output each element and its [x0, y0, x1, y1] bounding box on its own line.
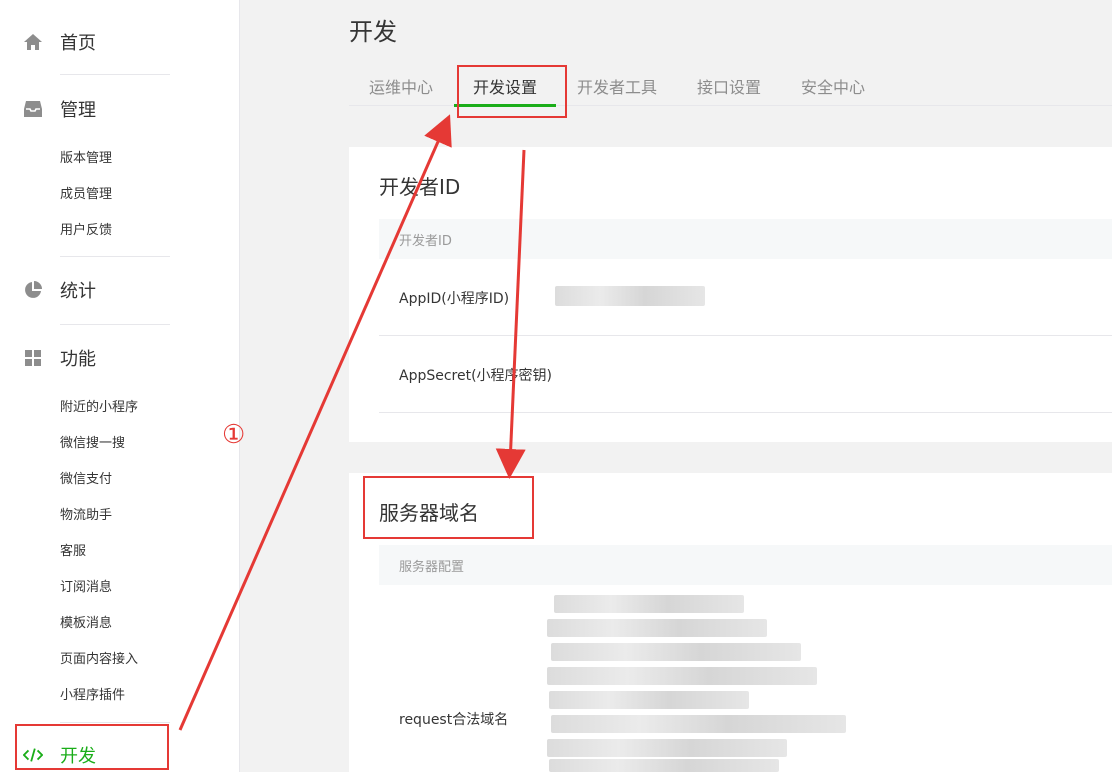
sidebar-subitem-subscribe[interactable]: 订阅消息 [60, 578, 112, 598]
inbox-icon [23, 99, 43, 119]
tab-ops-center[interactable]: 运维中心 [369, 74, 433, 106]
divider [60, 722, 170, 723]
sidebar-item-stats[interactable]: 统计 [0, 268, 240, 312]
domain-value-redacted [551, 643, 801, 661]
sidebar-subitem-members[interactable]: 成员管理 [60, 185, 112, 205]
grid-icon [23, 348, 43, 368]
domain-value-redacted [551, 715, 846, 733]
domain-value-redacted [547, 667, 817, 685]
domain-value-redacted [547, 739, 787, 757]
appid-label: AppID(小程序ID) [399, 291, 510, 307]
domain-value-redacted [549, 759, 779, 772]
sidebar-item-label: 统计 [60, 281, 96, 302]
main-content: 开发 运维中心 开发设置 开发者工具 接口设置 安全中心 开发者ID 开发者ID… [241, 0, 1112, 772]
appsecret-row: AppSecret(小程序密钥) [379, 336, 1112, 413]
appsecret-label: AppSecret(小程序密钥) [399, 368, 553, 384]
highlight-box-develop [15, 724, 169, 770]
sidebar-subitem-version[interactable]: 版本管理 [60, 149, 112, 169]
domain-value-redacted [554, 595, 744, 613]
divider [60, 256, 170, 257]
sidebar-subitem-template[interactable]: 模板消息 [60, 614, 112, 634]
developer-id-title: 开发者ID [379, 175, 461, 199]
server-config-subheader: 服务器配置 [379, 545, 1112, 585]
sidebar-subitem-search[interactable]: 微信搜一搜 [60, 434, 125, 454]
appid-value-redacted [555, 286, 705, 306]
sidebar-item-features[interactable]: 功能 [0, 336, 240, 380]
request-domain-row: request合法域名 [379, 585, 1112, 772]
sidebar-item-label: 管理 [60, 100, 96, 121]
tab-api-settings[interactable]: 接口设置 [697, 74, 761, 106]
sidebar-subitem-nearby[interactable]: 附近的小程序 [60, 398, 138, 418]
sidebar-item-label: 首页 [60, 33, 96, 54]
sidebar-subitem-plugin[interactable]: 小程序插件 [60, 686, 125, 706]
sidebar-item-label: 功能 [60, 349, 96, 370]
divider [60, 324, 170, 325]
domain-value-redacted [549, 691, 749, 709]
step-number-label: ① [222, 420, 246, 450]
pie-chart-icon [23, 280, 43, 300]
developer-id-subheader: 开发者ID [379, 219, 1112, 259]
developer-id-card: 开发者ID 开发者ID AppID(小程序ID) AppSecret(小程序密钥… [349, 147, 1112, 442]
home-icon [23, 32, 43, 52]
tab-security-center[interactable]: 安全中心 [801, 74, 865, 106]
subheader-label: 开发者ID [399, 234, 452, 249]
sidebar-subitem-pay[interactable]: 微信支付 [60, 470, 112, 490]
appid-row: AppID(小程序ID) [379, 259, 1112, 336]
domain-value-redacted [547, 619, 767, 637]
sidebar-item-manage[interactable]: 管理 [0, 87, 240, 131]
highlight-box-server-domain [363, 476, 534, 539]
sidebar-subitem-content[interactable]: 页面内容接入 [60, 650, 138, 670]
sidebar-subitem-logistics[interactable]: 物流助手 [60, 506, 112, 526]
page-title: 开发 [349, 18, 397, 46]
sidebar-subitem-feedback[interactable]: 用户反馈 [60, 221, 112, 241]
subheader-label: 服务器配置 [399, 560, 465, 575]
request-domain-label: request合法域名 [399, 712, 509, 728]
divider [60, 74, 170, 75]
sidebar-item-home[interactable]: 首页 [0, 20, 240, 64]
sidebar: 首页 管理 版本管理 成员管理 用户反馈 统计 功能 附近的小程序 微信搜一搜 … [0, 0, 240, 772]
sidebar-subitem-service[interactable]: 客服 [60, 542, 86, 562]
tab-dev-tools[interactable]: 开发者工具 [577, 74, 657, 106]
highlight-box-dev-settings [457, 65, 567, 118]
